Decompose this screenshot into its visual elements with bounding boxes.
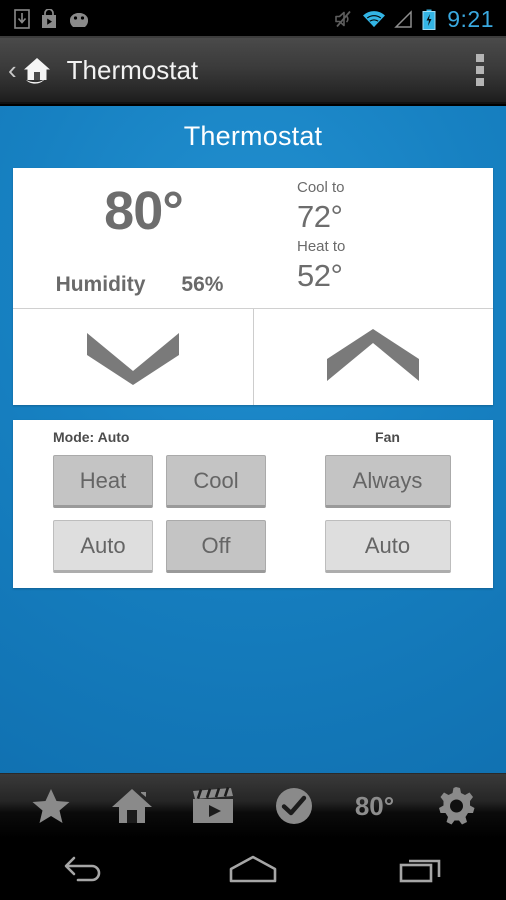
wifi-icon [363,10,386,27]
status-bar-right-icons: 9:21 [333,6,506,33]
page-title: Thermostat [66,54,199,85]
humidity-row: Humidity 56% [13,273,266,297]
readings-row: 80° Humidity 56% Cool to 72° Heat to 52° [13,168,493,308]
temperature-readout[interactable]: 80° [343,780,407,832]
temperature-down-button[interactable] [13,309,253,405]
thermostat-readings-card: 80° Humidity 56% Cool to 72° Heat to 52° [13,168,493,405]
humidity-value: 56% [181,273,224,296]
current-temperature: 80° [104,181,184,241]
heat-to-label: Heat to [297,238,346,255]
temperature-adjust-row [13,308,493,405]
android-head-icon [70,13,88,27]
nav-home-icon [229,855,277,883]
nav-back-button[interactable] [39,847,129,891]
toolbar-home-button[interactable] [100,780,164,832]
mode-button-auto[interactable]: Auto [53,520,153,573]
download-icon [14,9,30,29]
device-screen: 9:21 ‹ Thermostat Thermostat 80° Humidit… [0,0,506,900]
battery-charging-icon [422,9,436,30]
status-bar-left-icons [0,9,90,29]
toolbar-tasks-button[interactable] [262,780,326,832]
cool-to-value: 72° [297,199,343,235]
fan-column: Fan Always Auto [309,429,493,573]
mode-button-heat[interactable]: Heat [53,455,153,508]
media-clapper-icon [192,787,233,823]
toolbar-settings-button[interactable] [424,780,488,832]
home-house-icon[interactable] [20,53,54,87]
cell-signal-icon [394,9,412,28]
mode-label: Mode: Auto [53,429,130,445]
fan-button-auto[interactable]: Auto [324,520,451,573]
check-circle-icon [275,788,312,824]
thermostat-controls-card: Mode: Auto Heat Cool Auto Off Fan Always… [13,420,493,588]
android-nav-bar [0,838,506,900]
setpoints: Cool to 72° Heat to 52° [266,168,493,308]
humidity-label: Humidity [55,273,146,296]
cool-to-label: Cool to [297,179,345,196]
controls-row: Mode: Auto Heat Cool Auto Off Fan Always… [13,420,493,588]
fan-label: Fan [375,429,400,445]
current-readings: 80° Humidity 56% [13,168,266,308]
chevron-down-icon [86,333,179,385]
nav-home-button[interactable] [208,847,298,891]
mute-icon [335,10,351,28]
status-bar-clock: 9:21 [447,5,494,32]
nav-recents-button[interactable] [377,847,467,891]
play-store-icon [42,9,56,28]
up-back-chevron-icon[interactable]: ‹ [0,57,17,83]
mode-button-grid: Heat Cool Auto Off [53,455,309,573]
overflow-menu-icon[interactable] [476,54,484,86]
status-bar: 9:21 [0,0,506,38]
fan-button-grid: Always Auto [322,455,493,573]
screen-heading: Thermostat [183,121,323,151]
mode-button-off[interactable]: Off [166,520,266,573]
content-area: Thermostat 80° Humidity 56% Cool to 72° … [0,106,506,773]
home-icon [111,789,152,823]
bottom-toolbar: 80° [0,773,506,838]
action-bar: ‹ Thermostat [0,38,506,104]
favorites-star-icon [32,789,69,823]
settings-gear-icon [438,787,474,825]
heat-to-value: 52° [297,258,343,294]
mode-button-cool[interactable]: Cool [166,455,266,508]
nav-recents-icon [399,859,440,883]
chevron-up-icon [327,329,420,381]
toolbar-favorites-button[interactable] [19,780,83,832]
temperature-up-button[interactable] [252,309,494,405]
toolbar-media-button[interactable] [181,780,245,832]
fan-button-always[interactable]: Always [324,455,451,508]
nav-back-icon [65,856,101,882]
mode-column: Mode: Auto Heat Cool Auto Off [13,429,309,573]
